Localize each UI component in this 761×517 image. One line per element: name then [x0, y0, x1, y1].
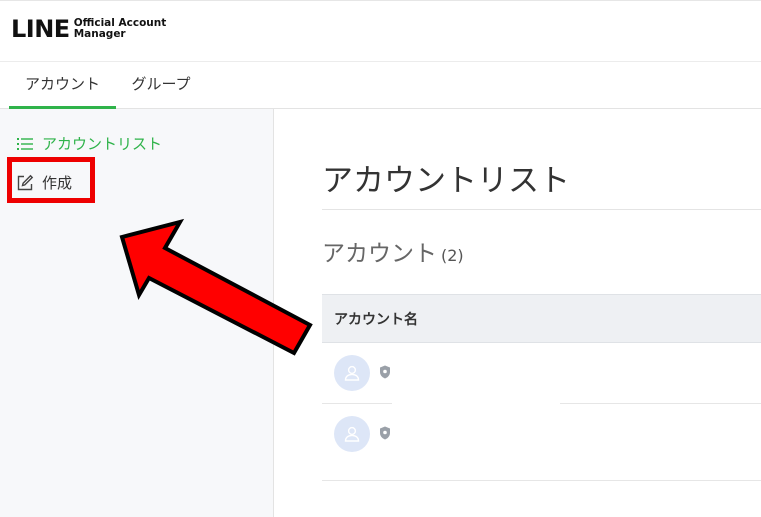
annotation-arrow: [119, 218, 313, 356]
